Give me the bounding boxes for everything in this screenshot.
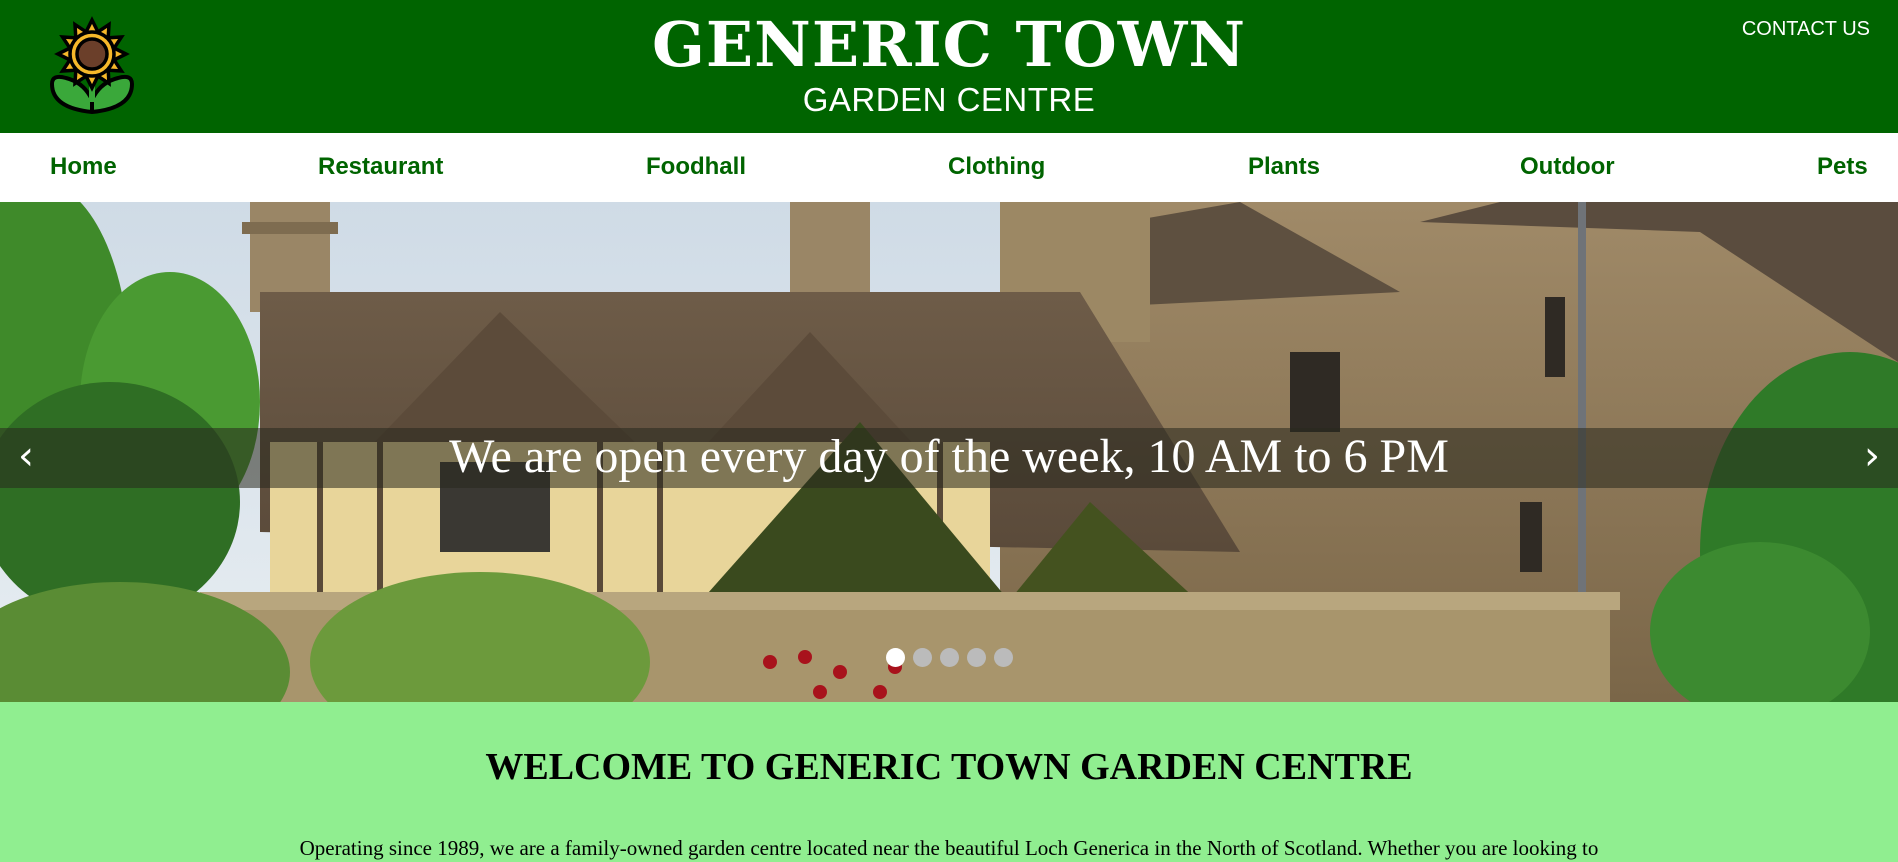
hero-slideshow: We are open every day of the week, 10 AM…: [0, 202, 1898, 702]
intro-paragraph: Operating since 1989, we are a family-ow…: [299, 836, 1599, 860]
slide-indicators: [0, 648, 1898, 672]
prev-slide-button[interactable]: ‹: [6, 434, 46, 482]
nav-item-clothing[interactable]: Clothing: [948, 133, 1045, 202]
slide-dot[interactable]: [912, 648, 932, 667]
site-header: GENERIC TOWN GARDEN CENTRE CONTACT US: [0, 0, 1898, 133]
slide-dot[interactable]: [885, 648, 905, 667]
main-nav: Home Restaurant Foodhall Clothing Plants…: [0, 133, 1898, 202]
nav-item-restaurant[interactable]: Restaurant: [318, 133, 443, 202]
site-title: GENERIC TOWN: [651, 8, 1247, 81]
nav-item-outdoor[interactable]: Outdoor: [1520, 133, 1615, 202]
nav-item-home[interactable]: Home: [50, 133, 117, 202]
slide-dot[interactable]: [993, 648, 1013, 667]
slide-caption: We are open every day of the week, 10 AM…: [449, 430, 1449, 483]
nav-item-pets[interactable]: Pets: [1817, 133, 1868, 202]
contact-us-link[interactable]: CONTACT US: [1742, 18, 1870, 41]
next-slide-button[interactable]: ›: [1852, 434, 1892, 482]
nav-item-foodhall[interactable]: Foodhall: [646, 133, 746, 202]
welcome-heading: WELCOME TO GENERIC TOWN GARDEN CENTRE: [485, 746, 1413, 788]
slide-dot[interactable]: [966, 648, 986, 667]
slide-dot[interactable]: [939, 648, 959, 667]
welcome-section: WELCOME TO GENERIC TOWN GARDEN CENTRE Op…: [0, 702, 1898, 860]
nav-item-plants[interactable]: Plants: [1248, 133, 1320, 202]
site-subtitle: GARDEN CENTRE: [802, 81, 1096, 118]
